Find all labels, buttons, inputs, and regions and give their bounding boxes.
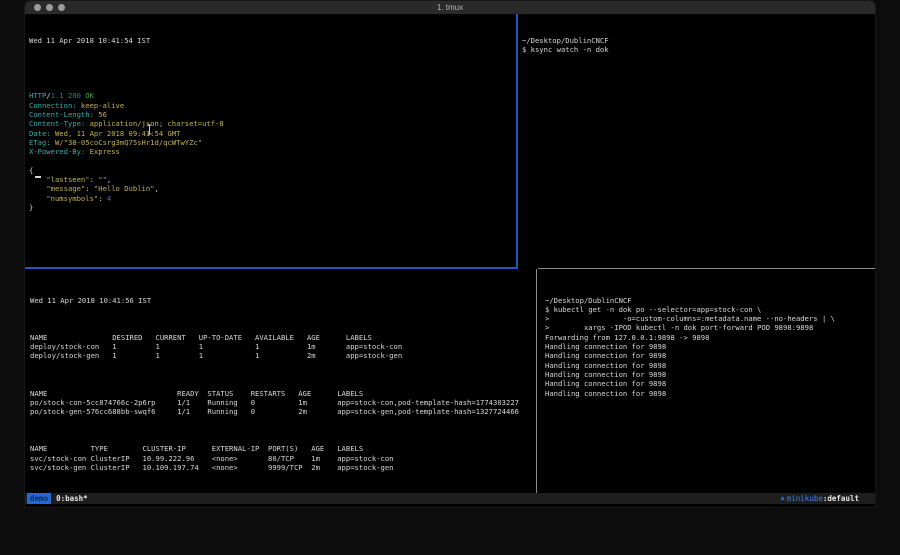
pane-ksync[interactable]: ~/Desktop/DublinCNCF $ ksync watch -n do… <box>520 14 875 267</box>
timestamp-line: Wed 11 Apr 2018 10:41:54 IST <box>29 36 514 45</box>
blank-line <box>29 63 514 72</box>
pane-kubectl-get[interactable]: Wed 11 Apr 2018 10:41:56 IST NAME DESIRE… <box>27 270 536 493</box>
pane-port-forward[interactable]: ~/Desktop/DublinCNCF $ kubectl get -n do… <box>538 270 875 493</box>
services-table: NAME TYPE CLUSTER-IP EXTERNAL-IP PORT(S)… <box>30 444 536 472</box>
active-pane-border-vertical[interactable] <box>516 14 518 268</box>
tmux-status-bar: demo 0:bash* ⎈ minikube :default <box>25 493 875 504</box>
terminal-window: 1. tmux Wed 11 Apr 2018 10:41:54 IST HTT… <box>25 1 875 507</box>
active-pane-border-horizontal[interactable] <box>25 267 518 269</box>
pane-http-response[interactable]: Wed 11 Apr 2018 10:41:54 IST HTTP/1.1 20… <box>27 14 514 267</box>
session-name-badge: demo <box>27 493 51 504</box>
timestamp-line: Wed 11 Apr 2018 10:41:56 IST <box>30 296 536 305</box>
terminal-cursor <box>35 176 41 178</box>
pane-border-horizontal[interactable] <box>538 268 875 269</box>
pane-border-vertical[interactable] <box>536 269 537 493</box>
port-forward-output: ~/Desktop/DublinCNCF $ kubectl get -n do… <box>545 296 875 398</box>
pods-table: NAME READY STATUS RESTARTS AGE LABELS po… <box>30 389 536 417</box>
deployments-table: NAME DESIRED CURRENT UP-TO-DATE AVAILABL… <box>30 333 536 361</box>
kube-context-label: minikube <box>787 493 823 504</box>
kubernetes-helm-icon: ⎈ <box>780 493 785 504</box>
http-response-output: HTTP/1.1 200 OKConnection: keep-aliveCon… <box>29 91 514 212</box>
window-tab-bash[interactable]: 0:bash* <box>56 493 88 504</box>
window-title: 1. tmux <box>25 3 875 12</box>
kube-namespace-label: :default <box>823 493 859 504</box>
mouse-text-cursor-icon <box>146 124 153 135</box>
window-titlebar[interactable]: 1. tmux <box>25 1 875 15</box>
ksync-command-output: ~/Desktop/DublinCNCF $ ksync watch -n do… <box>522 36 875 55</box>
